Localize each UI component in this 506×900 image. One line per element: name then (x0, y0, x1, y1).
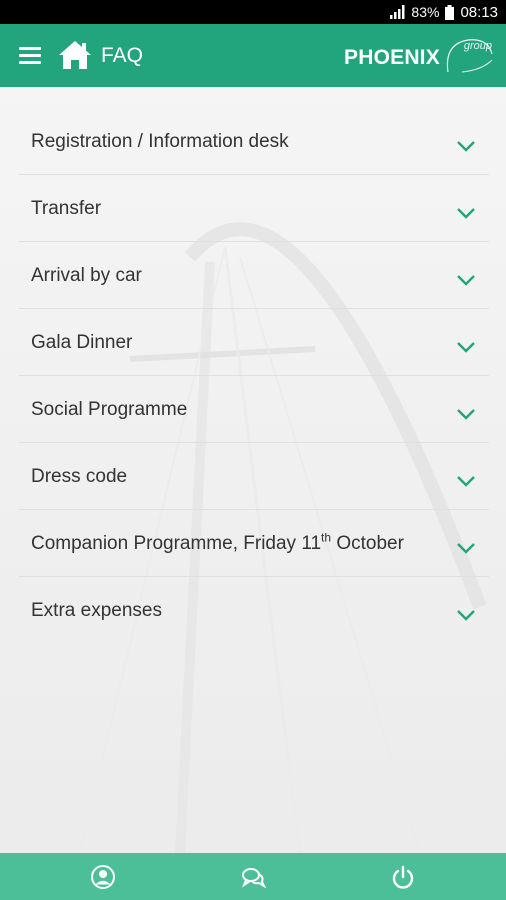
faq-item-label: Social Programme (31, 399, 188, 420)
faq-item-label: Transfer (31, 198, 102, 219)
faq-label-suffix: October (331, 533, 404, 554)
faq-item-label: Companion Programme, Friday 11th October (31, 530, 404, 555)
faq-item-registration[interactable]: Registration / Information desk (19, 108, 489, 175)
battery-percent: 83% (411, 4, 440, 20)
brand-logo: PHOENIX group (344, 36, 494, 76)
brand-suffix: group (463, 40, 492, 52)
chevron-down-icon[interactable] (456, 541, 476, 555)
profile-icon[interactable] (90, 864, 116, 890)
home-icon[interactable] (57, 39, 93, 71)
signal-icon (389, 5, 405, 19)
screen: 83% 08:13 FAQ PHOENIX group Registration… (0, 0, 506, 900)
chevron-down-icon[interactable] (456, 139, 476, 153)
chevron-down-icon[interactable] (456, 474, 476, 488)
bottom-nav-bar (0, 853, 506, 900)
faq-list: Registration / Information desk Transfer… (19, 108, 489, 643)
faq-item-label: Dress code (31, 466, 128, 487)
chevron-down-icon[interactable] (456, 273, 476, 287)
faq-item-gala-dinner[interactable]: Gala Dinner (19, 309, 489, 376)
faq-item-extra-expenses[interactable]: Extra expenses (19, 577, 489, 643)
faq-label-sup: th (321, 530, 332, 545)
menu-icon[interactable] (19, 47, 41, 65)
faq-item-social-programme[interactable]: Social Programme (19, 376, 489, 443)
faq-label-prefix: Companion Programme, Friday 11 (31, 533, 322, 554)
faq-item-transfer[interactable]: Transfer (19, 175, 489, 242)
power-icon[interactable] (390, 864, 416, 890)
chevron-down-icon[interactable] (456, 608, 476, 622)
chevron-down-icon[interactable] (456, 340, 476, 354)
page-title: FAQ (101, 44, 144, 67)
chevron-down-icon[interactable] (456, 206, 476, 220)
status-time: 08:13 (460, 3, 498, 21)
app-bar: FAQ PHOENIX group (0, 24, 506, 87)
faq-item-label: Arrival by car (31, 265, 142, 286)
faq-item-arrival-by-car[interactable]: Arrival by car (19, 242, 489, 309)
faq-item-label: Extra expenses (31, 600, 162, 621)
brand-name: PHOENIX (344, 46, 440, 69)
chevron-down-icon[interactable] (456, 407, 476, 421)
faq-item-companion-programme[interactable]: Companion Programme, Friday 11th October (19, 510, 489, 577)
faq-item-label: Gala Dinner (31, 332, 133, 353)
faq-item-label: Registration / Information desk (31, 131, 289, 152)
faq-item-dress-code[interactable]: Dress code (19, 443, 489, 510)
status-bar: 83% 08:13 (0, 0, 506, 24)
battery-icon (445, 4, 455, 20)
chat-icon[interactable] (240, 864, 267, 890)
